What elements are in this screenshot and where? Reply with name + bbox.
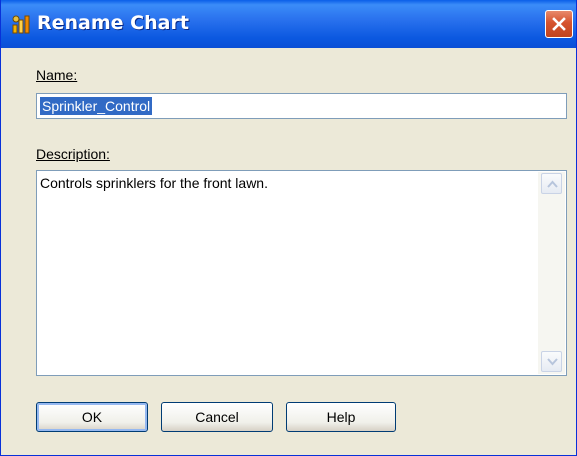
- description-textarea[interactable]: Controls sprinklers for the front lawn.: [36, 170, 567, 376]
- description-label-text: Description:: [36, 146, 110, 162]
- name-input[interactable]: Sprinkler_Control: [36, 93, 567, 119]
- name-label-text: Name:: [36, 67, 78, 83]
- close-icon: [552, 17, 566, 31]
- arrow-up-icon: [547, 180, 558, 188]
- chart-app-icon: [11, 14, 33, 34]
- arrow-down-icon: [547, 358, 558, 366]
- description-value: Controls sprinklers for the front lawn.: [40, 175, 268, 191]
- scroll-down-button[interactable]: [541, 351, 562, 372]
- help-button[interactable]: Help: [286, 402, 396, 432]
- rename-chart-dialog: Rename Chart Name: Sprinkler_Control Des…: [0, 0, 577, 456]
- close-button[interactable]: [545, 10, 573, 38]
- scroll-up-button[interactable]: [541, 173, 562, 194]
- ok-button[interactable]: OK: [36, 402, 148, 432]
- name-input-value: Sprinkler_Control: [40, 97, 153, 115]
- title-bar[interactable]: Rename Chart: [1, 0, 576, 48]
- name-label: Name:: [36, 67, 77, 83]
- cancel-button[interactable]: Cancel: [161, 402, 273, 432]
- dialog-title: Rename Chart: [37, 12, 189, 34]
- vertical-scrollbar[interactable]: [538, 172, 565, 374]
- description-label: Description:: [36, 146, 110, 162]
